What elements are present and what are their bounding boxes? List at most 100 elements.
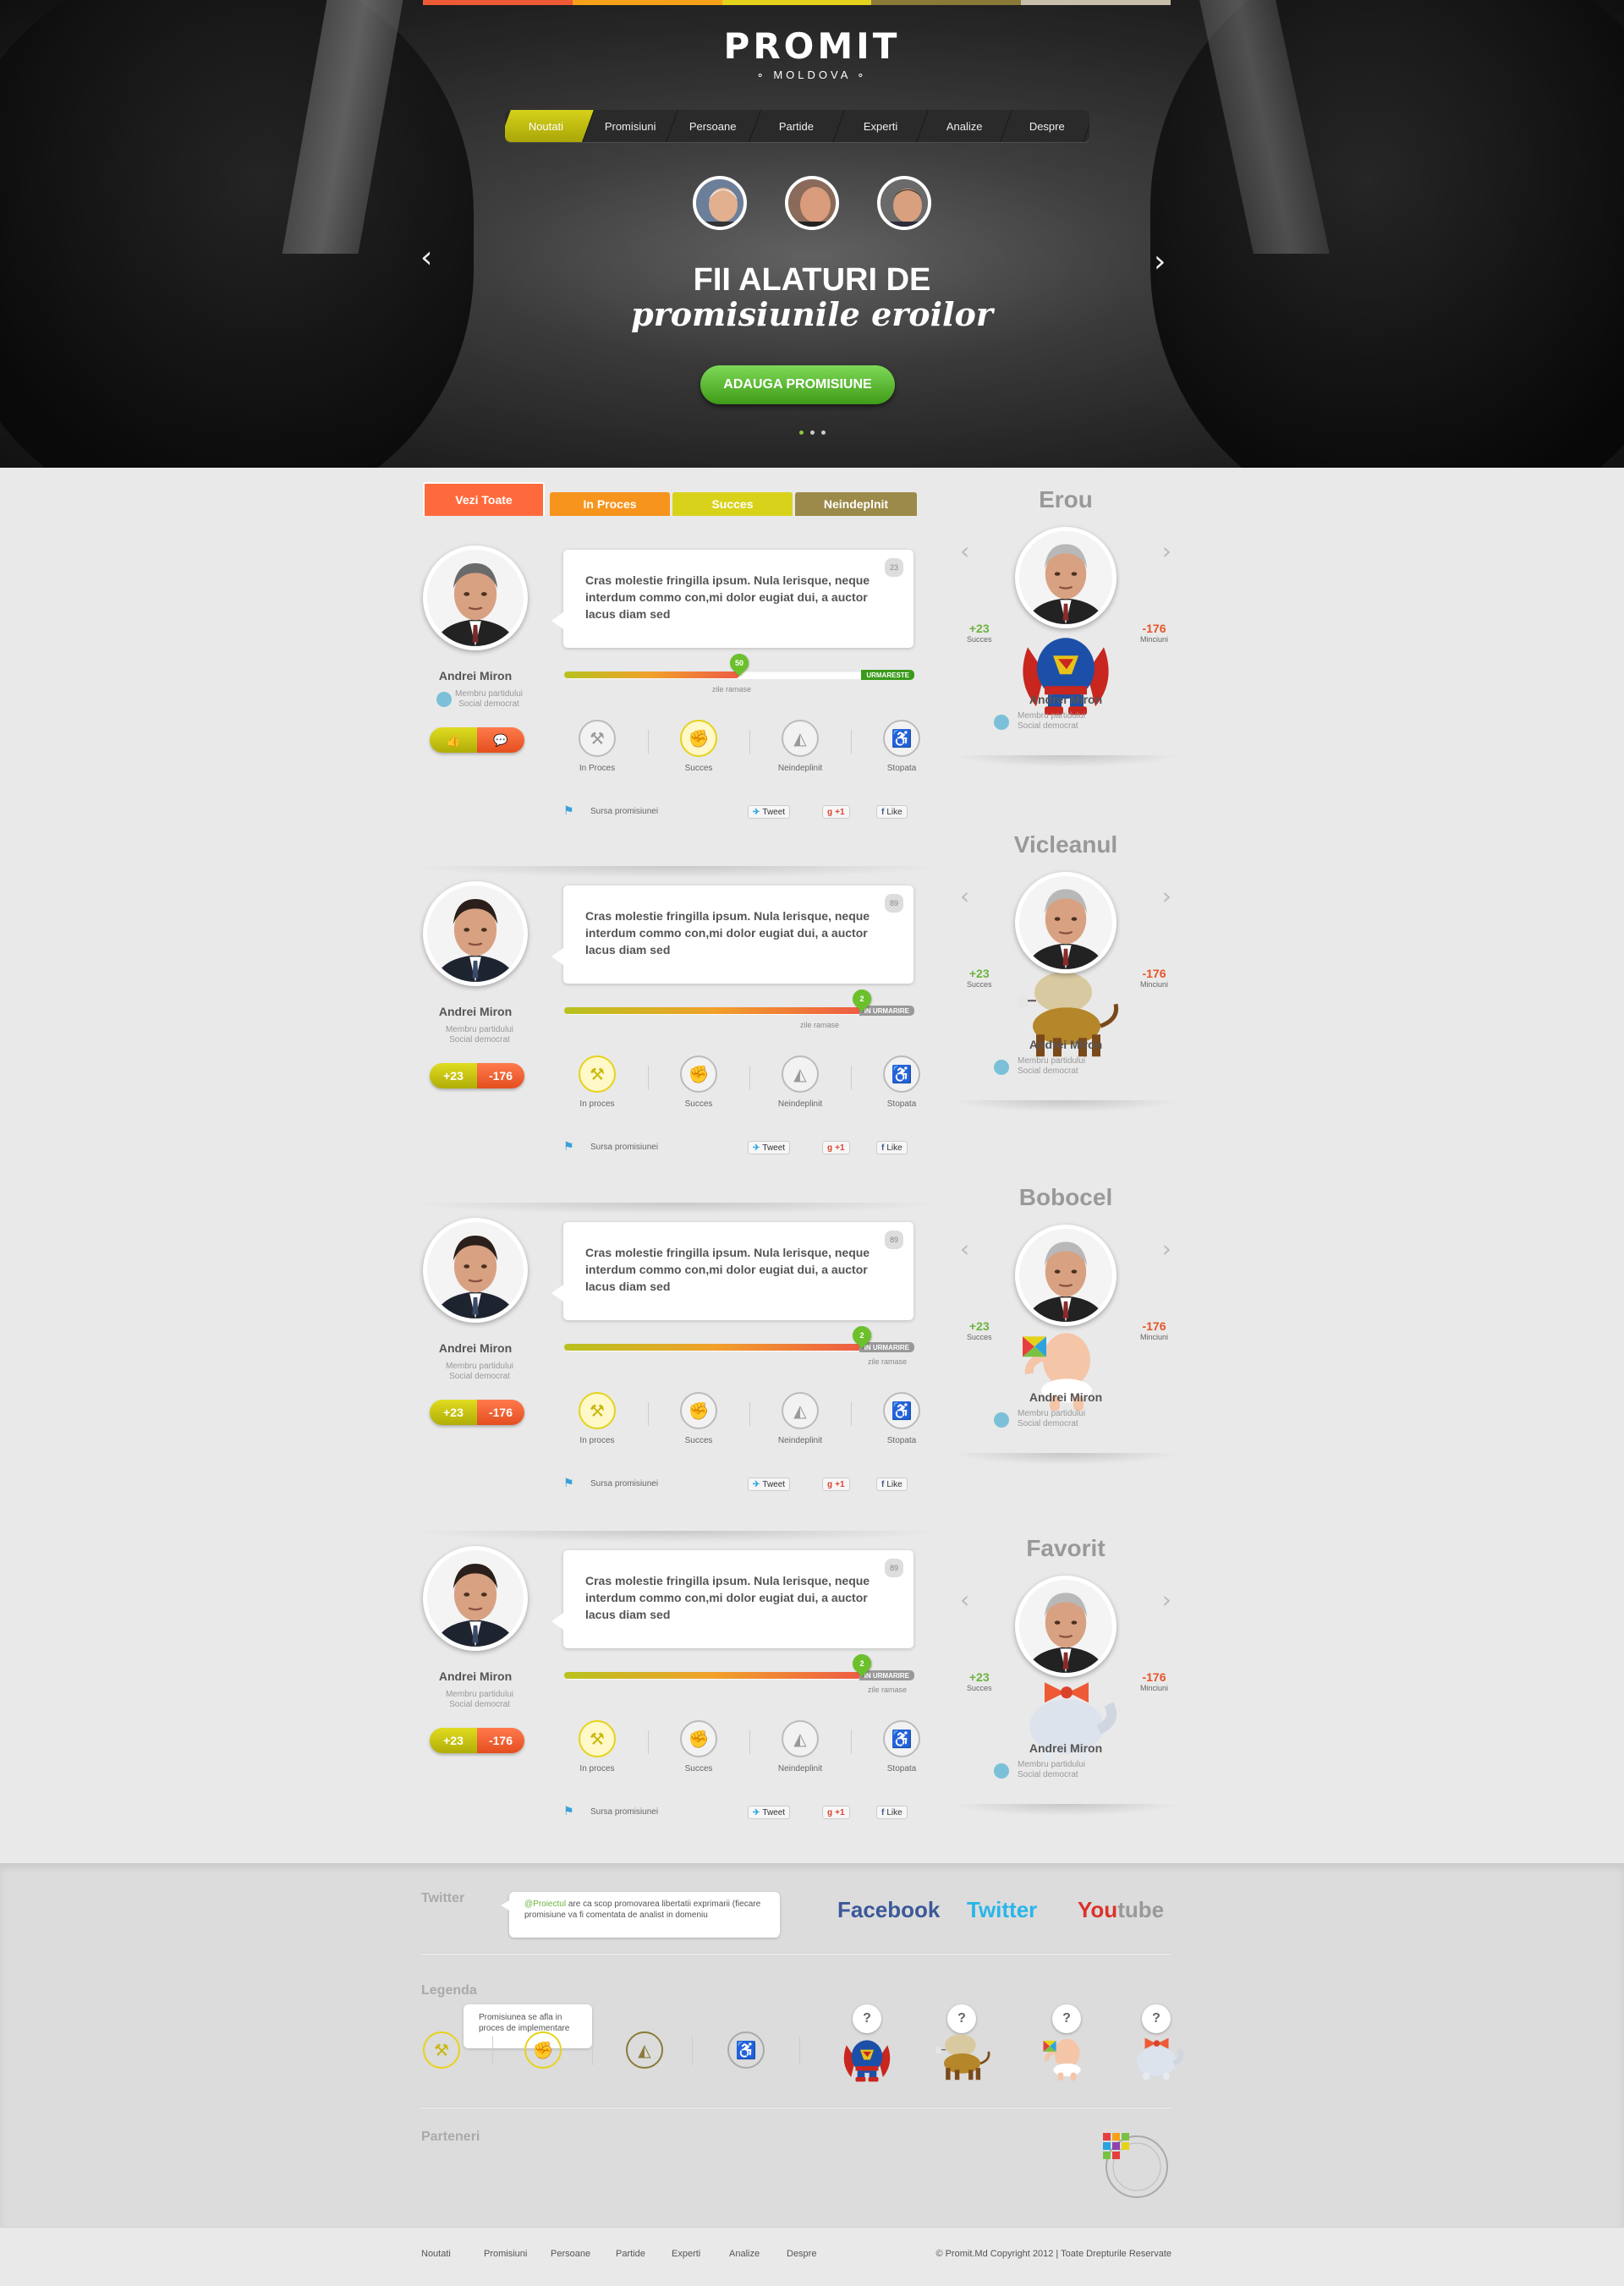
nav-item-noutati[interactable]: Noutati [505,110,595,142]
vote-up-button[interactable]: +23 [430,1728,477,1753]
status-0[interactable]: ⚒ In proces [563,1055,631,1109]
status-2[interactable]: ◭ Neindeplinit [766,1720,834,1773]
hero-prev-icon[interactable]: ‹ [960,882,969,910]
filter-tab-2[interactable]: Succes [672,492,793,516]
person-name[interactable]: Andrei Miron [423,669,528,683]
logo[interactable]: PROMIT ∘ MOLDOVA ∘ [0,25,1624,82]
source-link[interactable]: Sursa promisiunei [590,1143,658,1152]
tweet-button[interactable]: ✈ Tweet [748,1141,791,1154]
like-button[interactable]: f Like [876,1806,908,1819]
facebook-link[interactable]: Facebook [837,1897,940,1923]
status-1[interactable]: ✊ Succes [665,1392,732,1445]
status-1[interactable]: ✊ Succes [665,1055,732,1109]
slider-dot[interactable] [820,430,826,435]
filter-tab-0[interactable]: Vezi Toate [423,482,545,516]
tweet-button[interactable]: ✈ Tweet [748,805,791,819]
comment-count[interactable]: 89 [884,1559,903,1577]
vote-down-button[interactable]: -176 [477,1728,524,1753]
hero-face-2[interactable] [785,176,839,230]
like-button[interactable]: f Like [876,805,908,819]
status-3[interactable]: ♿ Stopata [868,1055,935,1109]
status-2[interactable]: ◭ Neindeplinit [766,1055,834,1109]
status-0[interactable]: ⚒ In proces [563,1392,631,1445]
legend-in-progress-icon[interactable]: ⚒ [423,2031,460,2069]
gplus-button[interactable]: g +1 [822,1806,850,1819]
hero-face-1[interactable] [693,176,747,230]
tweet-button[interactable]: ✈ Tweet [748,1477,791,1491]
hero-face-3[interactable] [877,176,931,230]
slider-dot[interactable] [798,430,804,435]
vote-down-button[interactable]: 💬 [477,727,524,753]
hero-next-icon[interactable]: › [1162,1586,1171,1614]
vote-up-button[interactable]: 👍 [430,727,477,753]
status-1[interactable]: ✊ Succes [665,720,732,773]
footer-link-despre[interactable]: Despre [787,2249,816,2259]
footer-link-experti[interactable]: Experti [672,2249,700,2259]
add-promise-button[interactable]: ADAUGA PROMISIUNE [700,365,895,404]
vote-down-button[interactable]: -176 [477,1063,524,1088]
source-link[interactable]: Sursa promisiunei [590,807,658,816]
partner-logo[interactable] [1100,2130,1169,2199]
help-icon[interactable]: ? [1052,2004,1081,2033]
nav-item-experti[interactable]: Experti [832,110,929,142]
status-2[interactable]: ◭ Neindeplinit [766,1392,834,1445]
source-link[interactable]: Sursa promisiunei [590,1807,658,1817]
gplus-button[interactable]: g +1 [822,805,850,819]
vote-up-button[interactable]: +23 [430,1063,477,1088]
person-avatar[interactable] [423,1218,528,1323]
help-icon[interactable]: ? [853,2004,881,2033]
hero-next-icon[interactable]: › [1162,537,1171,565]
vote-down-button[interactable]: -176 [477,1400,524,1425]
nav-item-promisiuni[interactable]: Promisiuni [582,110,678,142]
hero-avatar[interactable] [1015,527,1116,628]
status-1[interactable]: ✊ Succes [665,1720,732,1773]
gplus-button[interactable]: g +1 [822,1477,850,1491]
vote-up-button[interactable]: +23 [430,1400,477,1425]
footer-link-partide[interactable]: Partide [616,2249,645,2259]
nav-item-analize[interactable]: Analize [916,110,1012,142]
person-avatar[interactable] [423,881,528,986]
help-icon[interactable]: ? [1142,2004,1171,2033]
status-0[interactable]: ⚒ In Proces [563,720,631,773]
promise-bubble[interactable]: Cras molestie fringilla ipsum. Nula leri… [551,550,914,648]
status-2[interactable]: ◭ Neindeplinit [766,720,834,773]
gplus-button[interactable]: g +1 [822,1141,850,1154]
comment-count[interactable]: 89 [884,894,903,913]
hero-name[interactable]: Andrei Miron [960,1038,1171,1051]
help-icon[interactable]: ? [947,2004,976,2033]
promise-bubble[interactable]: Cras molestie fringilla ipsum. Nula leri… [551,885,914,984]
hero-avatar[interactable] [1015,1576,1116,1677]
hero-avatar[interactable] [1015,872,1116,973]
footer-link-promisiuni[interactable]: Promisiuni [484,2249,527,2259]
status-3[interactable]: ♿ Stopata [868,1720,935,1773]
person-name[interactable]: Andrei Miron [423,1005,528,1018]
promise-bubble[interactable]: Cras molestie fringilla ipsum. Nula leri… [551,1550,914,1648]
hero-name[interactable]: Andrei Miron [960,693,1171,706]
promise-bubble[interactable]: Cras molestie fringilla ipsum. Nula leri… [551,1222,914,1320]
nav-item-partide[interactable]: Partide [749,110,845,142]
hero-avatar[interactable] [1015,1225,1116,1326]
status-0[interactable]: ⚒ In proces [563,1720,631,1773]
tweet-handle[interactable]: @Proiectul [524,1900,566,1909]
comment-count[interactable]: 89 [884,1231,903,1249]
person-avatar[interactable] [423,545,528,650]
hero-name[interactable]: Andrei Miron [960,1741,1171,1755]
filter-tab-3[interactable]: Neindeplnit [795,492,917,516]
legend-success-icon[interactable]: ✊ [524,2031,562,2069]
slider-dot[interactable] [809,430,815,435]
comment-count[interactable]: 23 [884,558,903,577]
footer-link-noutati[interactable]: Noutati [421,2249,451,2259]
person-name[interactable]: Andrei Miron [423,1341,528,1355]
nav-item-despre[interactable]: Despre [1000,110,1089,142]
hero-prev-icon[interactable]: ‹ [960,1586,969,1614]
like-button[interactable]: f Like [876,1141,908,1154]
legend-failed-icon[interactable]: ◭ [626,2031,663,2069]
tweet-button[interactable]: ✈ Tweet [748,1806,791,1819]
hero-next-icon[interactable]: › [1162,882,1171,910]
filter-tab-1[interactable]: In Proces [550,492,670,516]
source-link[interactable]: Sursa promisiunei [590,1479,658,1488]
hero-prev-icon[interactable]: ‹ [960,1235,969,1263]
nav-item-persoane[interactable]: Persoane [666,110,762,142]
youtube-link[interactable]: Youtube [1078,1897,1164,1923]
hero-name[interactable]: Andrei Miron [960,1390,1171,1404]
